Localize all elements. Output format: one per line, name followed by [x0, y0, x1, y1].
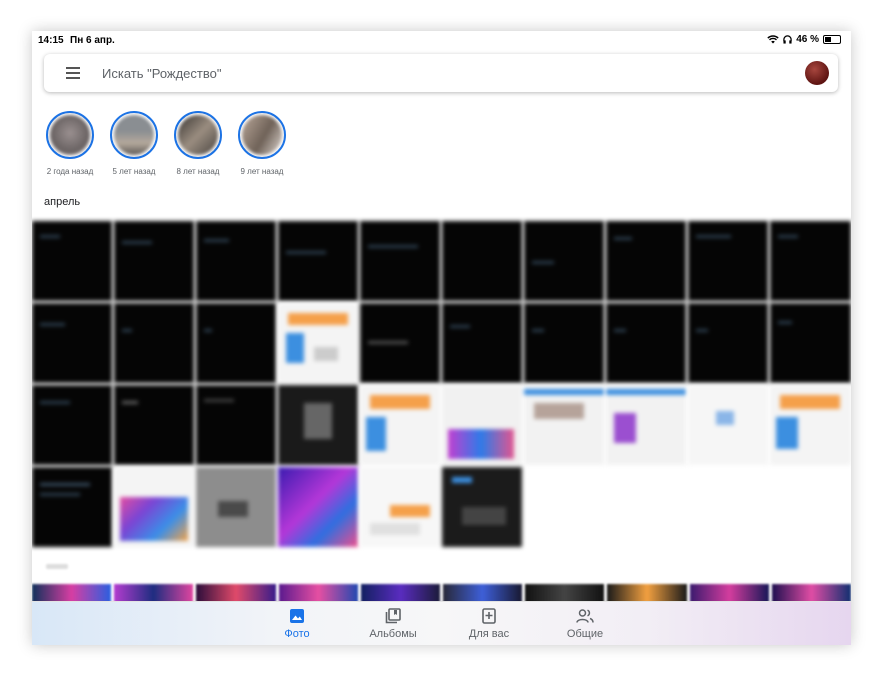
nav-tab-photos[interactable]: Фото — [257, 608, 337, 640]
photo-thumbnail[interactable] — [360, 221, 440, 301]
photo-thumbnail[interactable] — [442, 221, 522, 301]
memory-item[interactable]: 9 лет назад — [236, 111, 288, 176]
status-date: Пн 6 апр. — [70, 35, 115, 46]
photo-thumbnail[interactable] — [32, 221, 112, 301]
photo-thumbnail[interactable] — [770, 221, 851, 301]
battery-icon — [823, 35, 841, 44]
memory-item[interactable]: 2 года назад — [44, 111, 96, 176]
photo-grid — [32, 221, 851, 551]
photo-thumbnail[interactable] — [196, 467, 276, 547]
headphones-icon — [783, 35, 792, 44]
photo-thumbnail[interactable] — [32, 385, 112, 465]
search-input[interactable]: Искать "Рождество" — [102, 66, 221, 81]
photo-thumbnail[interactable] — [278, 385, 358, 465]
photos-app-window: 14:15 Пн 6 апр. 46 % Искать "Рождество" … — [32, 31, 851, 645]
memory-item[interactable]: 8 лет назад — [172, 111, 224, 176]
photo-thumbnail[interactable] — [442, 467, 522, 547]
photo-thumbnail[interactable] — [278, 303, 358, 383]
photo-thumbnail[interactable] — [114, 303, 194, 383]
photo-thumbnail[interactable] — [688, 221, 768, 301]
photo-thumbnail[interactable] — [278, 467, 358, 547]
status-time: 14:15 — [38, 35, 64, 46]
nav-label: Альбомы — [369, 628, 417, 640]
memory-label: 5 лет назад — [112, 167, 156, 176]
photo-thumbnail[interactable] — [114, 467, 194, 547]
wifi-icon — [767, 35, 779, 44]
nav-label: Для вас — [468, 628, 510, 640]
photo-thumbnail[interactable] — [32, 303, 112, 383]
nav-tab-albums[interactable]: Альбомы — [353, 608, 433, 640]
photo-thumbnail[interactable] — [688, 303, 768, 383]
photo-thumbnail[interactable] — [196, 385, 276, 465]
nav-label: Общие — [566, 628, 604, 640]
status-bar: 14:15 Пн 6 апр. 46 % — [32, 31, 851, 49]
photo-icon — [290, 609, 304, 623]
photo-thumbnail[interactable] — [606, 221, 686, 301]
photo-thumbnail[interactable] — [770, 385, 851, 465]
memory-label: 2 года назад — [46, 167, 94, 176]
menu-icon[interactable] — [66, 67, 80, 79]
photo-thumbnail[interactable] — [278, 221, 358, 301]
avatar[interactable] — [805, 61, 829, 85]
photo-thumbnail[interactable] — [606, 303, 686, 383]
memory-item[interactable]: 5 лет назад — [108, 111, 160, 176]
albums-icon — [385, 608, 401, 624]
photo-thumbnail[interactable] — [32, 467, 112, 547]
battery-percent: 46 % — [796, 34, 819, 45]
status-right-group: 46 % — [767, 34, 841, 45]
bottom-navigation: Фото Альбомы Для вас Общие — [32, 601, 851, 645]
month-header: апрель — [44, 196, 81, 208]
photo-thumbnail[interactable] — [442, 385, 522, 465]
photo-thumbnail[interactable] — [360, 385, 440, 465]
memory-label: 8 лет назад — [176, 167, 220, 176]
search-bar[interactable]: Искать "Рождество" — [44, 54, 838, 92]
photo-thumbnail[interactable] — [524, 221, 604, 301]
photo-thumbnail[interactable] — [770, 303, 851, 383]
photo-thumbnail[interactable] — [360, 467, 440, 547]
photo-thumbnail[interactable] — [524, 303, 604, 383]
nav-tab-for-you[interactable]: Для вас — [449, 608, 529, 640]
memories-row: 2 года назад 5 лет назад 8 лет назад 9 л… — [44, 111, 300, 176]
photo-thumbnail[interactable] — [606, 385, 686, 465]
photo-thumbnail[interactable] — [524, 385, 604, 465]
photo-thumbnail[interactable] — [360, 303, 440, 383]
photo-thumbnail[interactable] — [114, 221, 194, 301]
for-you-icon — [482, 608, 496, 624]
nav-label: Фото — [284, 628, 310, 640]
photo-thumbnail[interactable] — [442, 303, 522, 383]
photo-thumbnail[interactable] — [114, 385, 194, 465]
photo-thumbnail[interactable] — [196, 303, 276, 383]
photo-thumbnail[interactable] — [688, 385, 768, 465]
nav-tab-shared[interactable]: Общие — [545, 608, 625, 640]
memory-label: 9 лет назад — [240, 167, 284, 176]
section-header-placeholder — [46, 564, 68, 569]
photo-thumbnail[interactable] — [196, 221, 276, 301]
shared-icon — [576, 609, 594, 623]
